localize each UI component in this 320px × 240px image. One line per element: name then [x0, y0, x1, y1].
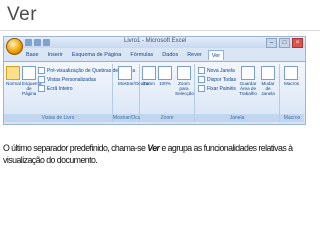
save-workspace-icon	[241, 66, 255, 80]
window-title: Livro1 - Microsoft Excel	[124, 38, 187, 44]
freeze-panes-icon	[198, 85, 205, 92]
save-workspace-button[interactable]: Guardar Área de Trabalho	[239, 66, 257, 96]
break-preview-icon	[38, 67, 45, 74]
group-vistas: Normal Esquema de Página Pré-visualizaçã…	[4, 64, 135, 122]
zoom-button[interactable]: Zoom	[142, 66, 156, 86]
zoom-selection-button[interactable]: Zoom para Selecção	[175, 66, 194, 96]
macros-button[interactable]: Macros	[284, 66, 299, 86]
custom-views-button[interactable]: Vistas Personalizadas	[38, 76, 96, 83]
group-janela: Nova Janela Dispor Todas Fixar Painéis G…	[195, 64, 280, 122]
full-screen-button[interactable]: Ecrã Inteiro	[38, 85, 73, 92]
tab-ver[interactable]: Ver	[207, 50, 225, 60]
slide-title: Ver	[7, 4, 38, 25]
zoom-selection-icon	[177, 66, 191, 80]
custom-views-icon	[38, 76, 45, 83]
group-label-vistas: Vistas de Livro	[4, 114, 112, 122]
new-window-button[interactable]: Nova Janela	[198, 67, 235, 74]
window-controls: – □ ×	[266, 38, 303, 48]
group-label-janela: Janela	[195, 114, 279, 122]
tab-inserir[interactable]: Inserir	[45, 50, 66, 60]
arrange-all-icon	[198, 76, 205, 83]
minimize-icon[interactable]: –	[266, 38, 277, 48]
tab-esquema[interactable]: Esquema de Página	[69, 50, 125, 60]
close-icon[interactable]: ×	[292, 38, 303, 48]
group-mostrar: Mostrar/Ocultar Mostrar/Ocultar	[113, 64, 150, 122]
qat	[25, 39, 55, 46]
caption-emphasis: Ver	[147, 143, 160, 153]
save-icon[interactable]	[25, 39, 32, 46]
office-button[interactable]	[6, 38, 23, 55]
excel-titlebar: Livro1 - Microsoft Excel – □ ×	[4, 37, 305, 48]
macros-icon	[284, 66, 298, 80]
new-window-icon	[198, 67, 205, 74]
page-layout-button[interactable]: Esquema de Página	[22, 66, 41, 96]
excel-screenshot: Livro1 - Microsoft Excel – □ × Base Inse…	[3, 36, 306, 125]
page-layout-icon	[22, 66, 36, 80]
tab-dados[interactable]: Dados	[159, 50, 181, 60]
switch-windows-button[interactable]: Mudar de Janela	[259, 66, 277, 96]
show-hide-button[interactable]: Mostrar/Ocultar	[118, 66, 150, 86]
normal-button[interactable]: Normal	[6, 66, 21, 86]
tab-base[interactable]: Base	[23, 50, 42, 60]
maximize-icon[interactable]: □	[279, 38, 290, 48]
full-screen-icon	[38, 85, 45, 92]
group-macros: Macros Macros	[280, 64, 304, 122]
switch-windows-icon	[261, 66, 275, 80]
zoom-100-button[interactable]: 100%	[158, 66, 172, 86]
normal-view-icon	[6, 66, 20, 80]
ribbon-tabs: Base Inserir Esquema de Página Fórmulas …	[23, 50, 225, 60]
group-zoom: Zoom 100% Zoom para Selecção Zoom	[140, 64, 195, 122]
tab-formulas[interactable]: Fórmulas	[127, 50, 156, 60]
show-hide-icon	[118, 66, 132, 80]
zoom-100-icon	[158, 66, 172, 80]
freeze-panes-button[interactable]: Fixar Painéis	[198, 85, 236, 92]
group-label-macros: Macros	[280, 114, 304, 122]
slide-caption: O último separador predefinido, chama-se…	[3, 143, 293, 165]
undo-icon[interactable]	[34, 39, 41, 46]
ribbon: Normal Esquema de Página Pré-visualizaçã…	[4, 61, 305, 124]
zoom-icon	[142, 66, 156, 80]
group-label-zoom: Zoom	[140, 114, 194, 122]
tab-rever[interactable]: Rever	[184, 50, 205, 60]
title-divider	[0, 30, 320, 31]
arrange-all-button[interactable]: Dispor Todas	[198, 76, 236, 83]
group-label-mostrar: Mostrar/Ocultar	[113, 114, 148, 122]
redo-icon[interactable]	[43, 39, 50, 46]
